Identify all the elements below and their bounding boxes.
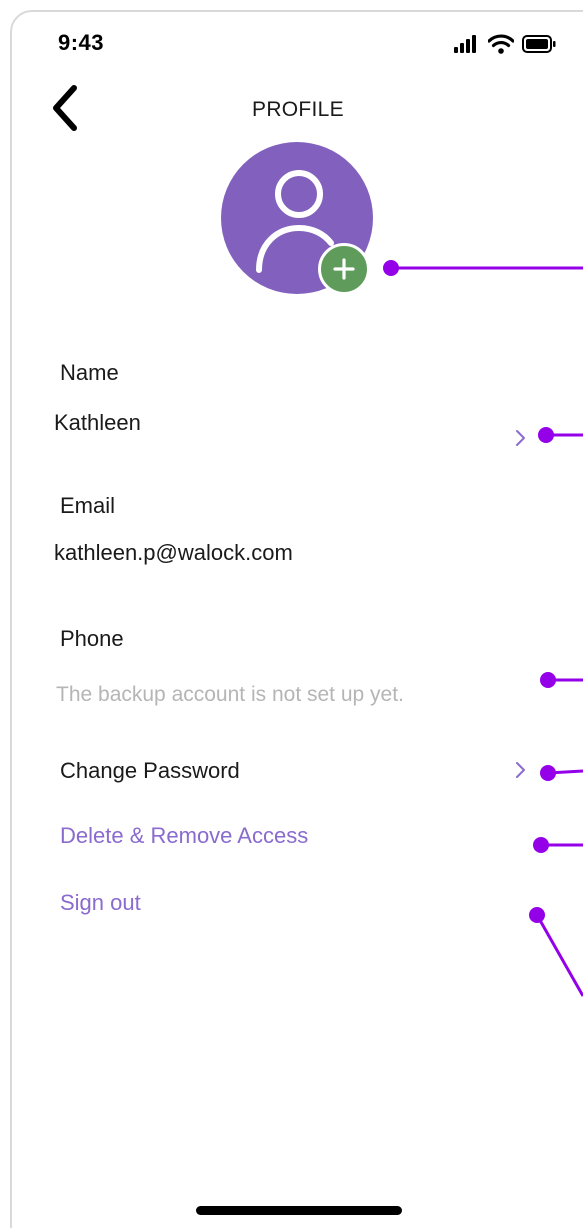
chevron-right-icon [516, 430, 525, 446]
change-password-chevron[interactable] [514, 759, 528, 781]
name-label: Name [60, 360, 119, 385]
status-time: 9:43 [58, 30, 105, 55]
add-photo-button[interactable] [318, 243, 370, 295]
name-edit-chevron[interactable] [514, 427, 528, 449]
phone-hint[interactable]: The backup account is not set up yet. [56, 683, 404, 707]
delete-access-button[interactable]: Delete & Remove Access [60, 823, 308, 849]
plus-icon [333, 258, 355, 280]
signal-icon [454, 35, 476, 53]
wifi-icon [488, 34, 514, 54]
phone-label: Phone [60, 626, 124, 651]
phone-screen: 9:43 PROFILE Name Kathleen Email kathlee… [0, 0, 583, 1228]
home-indicator [196, 1206, 402, 1215]
email-label: Email [60, 493, 116, 518]
email-value: kathleen.p@walock.com [54, 540, 293, 565]
page-title: PROFILE [252, 98, 344, 121]
sign-out-button[interactable]: Sign out [60, 890, 141, 916]
battery-icon [522, 35, 556, 53]
chevron-right-icon [516, 762, 525, 778]
name-value[interactable]: Kathleen [54, 410, 141, 436]
change-password-button[interactable]: Change Password [60, 758, 240, 784]
status-icons [454, 34, 556, 54]
